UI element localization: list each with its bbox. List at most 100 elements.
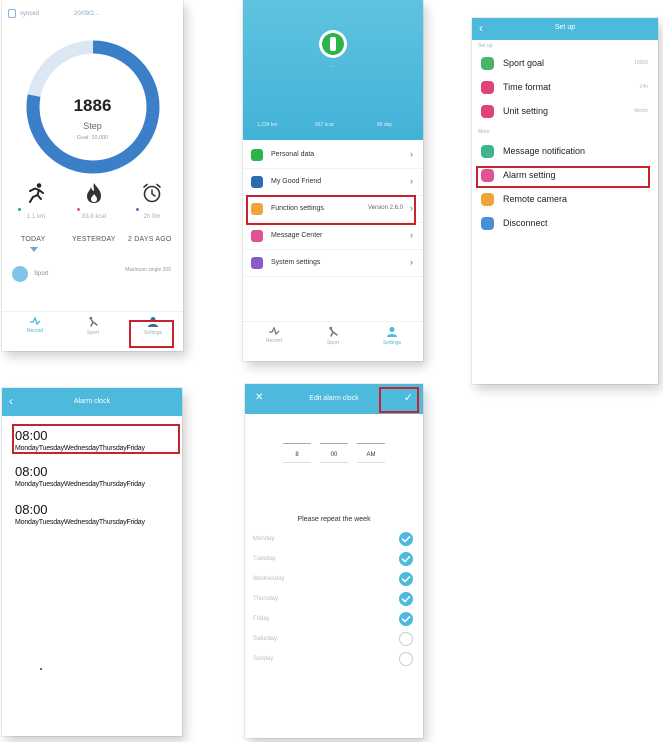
ampm-wheel[interactable]: AM: [351, 424, 391, 482]
person-card-icon: [251, 149, 263, 161]
unchecked-circle-icon[interactable]: [399, 652, 413, 666]
sport-icon: [12, 266, 28, 282]
setting-time-format-value: 24h: [639, 84, 648, 90]
sport-shoe-icon: [329, 326, 338, 337]
day-row-wednesday[interactable]: Wednesday: [253, 572, 413, 592]
highlight-first-alarm: [12, 424, 180, 454]
minute-wheel[interactable]: 00: [314, 424, 354, 482]
nav-record-label: Record: [265, 338, 283, 344]
profile-header: ... 1,234 km 567 kcal 89 day: [243, 0, 423, 140]
target-icon: [481, 57, 494, 70]
tab-today[interactable]: TODAY: [21, 236, 45, 243]
distance-value: 1.1 km: [26, 214, 45, 220]
more-group-label: More: [478, 129, 490, 135]
date-label: 20/09/2...: [74, 11, 100, 17]
highlight-alarm-setting: [476, 166, 650, 188]
day-row-saturday[interactable]: Saturday: [253, 632, 413, 652]
menu-personal-data-label: Personal data: [271, 151, 315, 158]
calories-marker: [77, 208, 80, 211]
tab-2-days-ago[interactable]: 2 DAYS AGO: [128, 236, 172, 243]
record-icon: [30, 316, 41, 326]
alarm-time: 08:00: [15, 502, 48, 517]
nav-record[interactable]: Record: [249, 326, 299, 344]
ampm-value: AM: [366, 452, 376, 458]
avatar[interactable]: [319, 30, 347, 58]
highlight-settings-tab: [129, 320, 174, 348]
alarm-item[interactable]: 08:00 MondayTuesdayWednesdayThursdayFrid…: [15, 464, 180, 488]
setting-disconnect[interactable]: Disconnect: [472, 212, 658, 236]
menu-message-center[interactable]: Message Center ›: [243, 223, 423, 250]
profile-stat-1: 1,234 km: [257, 122, 278, 128]
sport-row[interactable]: Sport Maximum single 200: [12, 264, 177, 288]
menu-personal-data[interactable]: Personal data ›: [243, 142, 423, 169]
setting-remote-camera[interactable]: Remote camera: [472, 188, 658, 212]
avatar-figure: [330, 37, 336, 51]
nav-sport[interactable]: Sport: [68, 316, 118, 336]
check-icon[interactable]: [399, 592, 413, 606]
menu-my-good-friend-label: My Good Friend: [271, 178, 322, 185]
avatar-image: [322, 33, 344, 55]
menu-system-settings-label: System settings: [271, 259, 321, 266]
profile-stats: 1,234 km 567 kcal 89 day: [243, 118, 423, 140]
unchecked-circle-icon[interactable]: [399, 632, 413, 646]
check-icon[interactable]: [399, 612, 413, 626]
profile-screen: ... 1,234 km 567 kcal 89 day Personal da…: [243, 0, 423, 361]
setting-message-notification[interactable]: Message notification: [472, 140, 658, 164]
sport-max: Maximum single 200: [125, 267, 171, 273]
alarm-days: MondayTuesdayWednesdayThursdayFriday: [15, 519, 145, 526]
highlight-confirm-button: [379, 387, 419, 413]
day-label: Wednesday: [253, 576, 285, 582]
chevron-right-icon: ›: [410, 176, 413, 186]
tab-yesterday[interactable]: YESTERDAY: [72, 236, 116, 243]
check-icon[interactable]: [399, 532, 413, 546]
step-label: Step: [83, 121, 102, 131]
chevron-right-icon: ›: [410, 230, 413, 240]
hour-wheel[interactable]: 8: [277, 424, 317, 482]
profile-stat-2: 567 kcal: [315, 122, 334, 128]
chevron-right-icon: ›: [410, 149, 413, 159]
home-screen: synced 20/09/2... 1886 Step Goal: 10,000…: [2, 0, 183, 351]
day-row-friday[interactable]: Friday: [253, 612, 413, 632]
day-label: Saturday: [253, 636, 278, 642]
nav-record[interactable]: Record: [10, 316, 60, 334]
check-icon[interactable]: [399, 552, 413, 566]
setting-time-format[interactable]: Time format 24h: [472, 76, 658, 100]
setting-sport-goal-value: 10000: [634, 60, 648, 66]
day-row-thursday[interactable]: Thursday: [253, 592, 413, 612]
setting-message-notification-label: Message notification: [503, 146, 586, 156]
status-bar: synced 20/09/2...: [2, 0, 183, 30]
day-row-monday[interactable]: Monday: [253, 532, 413, 552]
day-label: Tuesday: [253, 556, 276, 562]
calories-stat: 83.8 kcal: [66, 180, 122, 230]
setting-unit[interactable]: Unit setting Metric: [472, 100, 658, 124]
day-row-sunday[interactable]: Sunday: [253, 652, 413, 672]
setup-header: ‹ Set up: [472, 18, 658, 40]
alarm-list-title: Alarm clock: [73, 398, 111, 405]
nav-sport[interactable]: Sport: [308, 326, 358, 346]
nav-settings[interactable]: Settings: [367, 326, 417, 346]
sync-status: synced: [20, 11, 40, 17]
repeat-week-label: Please repeat the week: [297, 516, 371, 523]
setting-sport-goal-label: Sport goal: [503, 58, 545, 68]
check-icon[interactable]: [399, 572, 413, 586]
setting-unit-value: Metric: [634, 108, 648, 114]
alarm-clock-icon: [143, 183, 161, 203]
day-row-tuesday[interactable]: Tuesday: [253, 552, 413, 572]
clock-icon: [481, 81, 494, 94]
running-icon: [29, 183, 44, 203]
highlight-function-settings: [246, 195, 416, 225]
flame-icon: [87, 183, 101, 203]
setting-sport-goal[interactable]: Sport goal 10000: [472, 52, 658, 76]
alarm-item[interactable]: 08:00 MondayTuesdayWednesdayThursdayFrid…: [15, 502, 180, 526]
sport-label: Sport: [34, 271, 49, 277]
dot-mark: [40, 668, 42, 670]
sport-shoe-icon: [89, 316, 98, 327]
alarm-time: 08:00: [15, 464, 48, 479]
message-icon: [251, 230, 263, 242]
menu-my-good-friend[interactable]: My Good Friend ›: [243, 169, 423, 196]
setting-unit-label: Unit setting: [503, 106, 549, 116]
gear-icon: [251, 257, 263, 269]
menu-system-settings[interactable]: System settings ›: [243, 250, 423, 277]
duration-value: 2h 0m: [143, 214, 161, 220]
message-icon: [481, 145, 494, 158]
